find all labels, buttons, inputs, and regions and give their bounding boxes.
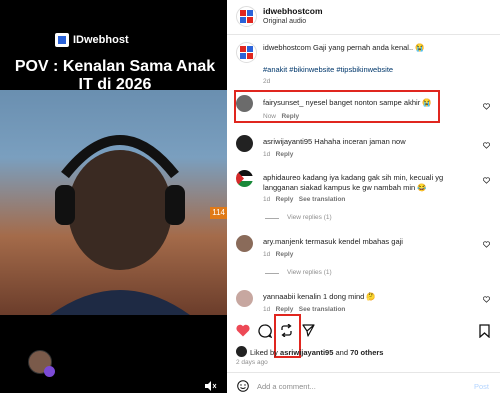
comment-avatar[interactable] [236,135,253,152]
like-comment-icon[interactable] [483,241,490,248]
caption-age: 2d [263,78,271,85]
comment-time: 1d [263,196,271,203]
emoji-icon[interactable] [237,380,249,392]
comment-avatar[interactable] [236,170,253,187]
comment-time: 1d [263,251,271,258]
comment-body: termasuk kendel mbahas gaji [305,237,403,246]
comment-meta: 1d Reply See translation [263,306,345,313]
see-translation-link[interactable]: See translation [299,306,346,313]
comment-body: kenalin 1 dong mind 🤔 [297,292,376,301]
liked-by-others[interactable]: 70 others [350,348,383,357]
comment-text: yannaabii kenalin 1 dong mind 🤔 [263,292,376,301]
brand-logo-icon [55,33,69,47]
mute-icon[interactable] [205,381,217,391]
video-counter-badge: 114 [210,207,227,219]
comment-text: ary.manjenk termasuk kendel mbahas gaji [263,237,403,246]
video-player[interactable]: IDwebhost POV : Kenalan Sama Anak IT di … [0,0,227,393]
comment-text: fairysunset_ nyesel banget nonton sampe … [263,98,432,107]
brand-name: IDwebhost [73,34,129,46]
view-replies-link[interactable]: View replies (1) [287,269,332,276]
comment-time: Now [263,113,277,120]
share-icon[interactable] [302,324,315,337]
reply-link[interactable]: Reply [276,306,294,313]
reply-link[interactable]: Reply [281,113,299,120]
person-image [50,135,190,315]
like-comment-icon[interactable] [483,296,490,303]
comment-time: 1d [263,306,271,313]
comment-body: nyesel banget nonton sampe akhir 😭 [305,98,432,107]
comment-body: kadang iya kadang gak sih min, kecuali y… [302,173,444,182]
like-comment-icon[interactable] [483,142,490,149]
comment-meta: 1d Reply See translation [263,196,345,203]
comment-time: 1d [263,151,271,158]
comment-user[interactable]: aphidaureo [263,173,301,182]
like-icon[interactable] [236,324,250,337]
like-comment-icon[interactable] [483,177,490,184]
comment-avatar[interactable] [236,235,253,252]
comment-text: aphidaureo kadang iya kadang gak sih min… [263,173,443,182]
replies-divider [265,218,279,219]
comment-avatar[interactable] [236,290,253,307]
comment-input[interactable]: Add a comment... [257,382,316,391]
comment-meta: 1d Reply [263,151,293,158]
comment-user[interactable]: yannaabii [263,292,295,301]
comment-user[interactable]: ary.manjenk [263,237,303,246]
brand-watermark: IDwebhost [55,33,129,47]
like-comment-icon[interactable] [483,103,490,110]
post-header: idwebhostcom Original audio [227,0,500,35]
caption-user[interactable]: idwebhostcom [263,43,311,52]
save-bookmark-icon[interactable] [479,324,490,338]
audio-label[interactable]: Original audio [263,18,306,25]
account-username[interactable]: idwebhostcom [263,6,323,16]
idwebhost-logo-icon [240,10,253,23]
view-replies-link[interactable]: View replies (1) [287,214,332,221]
liked-by-text: Liked by asriwijayanti95 and 70 others [250,348,384,357]
video-caption: POV : Kenalan Sama Anak IT di 2026 [14,58,216,93]
comment-icon[interactable] [258,324,272,338]
caption-body: Gaji yang pernah anda kenal.. 😭 [313,43,425,52]
caption-text: idwebhostcom Gaji yang pernah anda kenal… [263,43,425,52]
comment-meta: 1d Reply [263,251,293,258]
comment-user[interactable]: asriwijayanti95 [263,137,312,146]
audio-icon[interactable] [44,366,55,377]
caption-hashtags[interactable]: #anakit #bikinwebsite #tipsbikinwebsite [263,65,393,74]
account-avatar[interactable] [236,6,257,27]
comment-user[interactable]: fairysunset_ [263,98,303,107]
liked-by-user[interactable]: asriwijayanti95 [280,348,333,357]
post-button[interactable]: Post [474,382,489,391]
see-translation-link[interactable]: See translation [299,196,346,203]
palestine-flag-icon [236,170,253,187]
composer-divider [227,372,500,373]
idwebhost-logo-icon [240,46,253,59]
replies-divider [265,273,279,274]
liked-by-avatar[interactable] [236,346,247,357]
comment-body-cont: langganan siakad kampus ke gw nambah min… [263,183,427,192]
reply-link[interactable]: Reply [276,196,294,203]
comment-meta: Now Reply [263,113,299,120]
reply-link[interactable]: Reply [276,151,294,158]
post-age: 2 days ago [236,359,268,366]
comment-avatar[interactable] [236,95,253,112]
video-frame [0,90,227,315]
comment-text: asriwijayanti95 Hahaha inceran jaman now [263,137,406,146]
post-panel: idwebhostcom Original audio idwebhostcom… [227,0,500,393]
reply-link[interactable]: Reply [276,251,294,258]
comment-body: Hahaha inceran jaman now [314,137,406,146]
caption-avatar[interactable] [236,42,257,63]
